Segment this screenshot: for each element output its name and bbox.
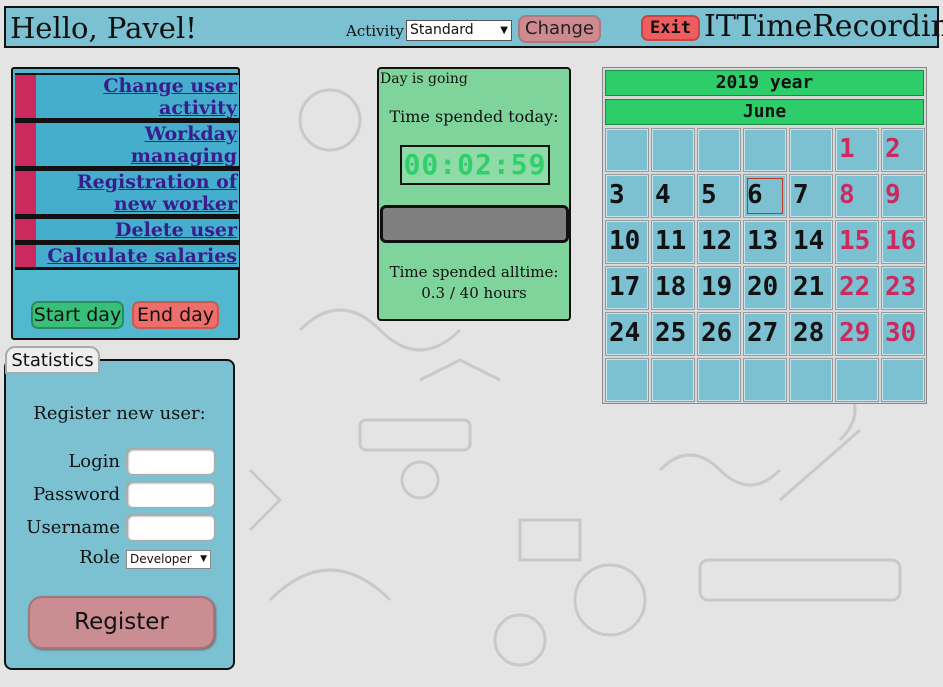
register-user-panel: Register new user: Login Password Userna…	[4, 359, 235, 670]
menu-item-label[interactable]: Change user activity	[103, 75, 237, 119]
calendar-day[interactable]: 29	[835, 312, 879, 356]
menu-item-accent	[15, 123, 36, 166]
menu-item-calculate-salaries[interactable]: Calculate salaries	[15, 243, 239, 270]
calendar-empty-cell	[697, 358, 741, 402]
calendar-day[interactable]: 7	[789, 174, 833, 218]
calendar-day[interactable]: 17	[605, 266, 649, 310]
calendar-day[interactable]: 21	[789, 266, 833, 310]
calendar-empty-cell	[743, 128, 787, 172]
time-alltime-label: Time spended alltime:	[389, 263, 559, 281]
role-select[interactable]: Developer ▼	[126, 550, 211, 569]
calendar-year: 2019 year	[605, 70, 924, 96]
start-day-button[interactable]: Start day	[31, 301, 124, 329]
menu-item-accent	[15, 75, 36, 118]
calendar-day[interactable]: 28	[789, 312, 833, 356]
menu-item-workday-managing[interactable]: Workday managing	[15, 121, 239, 169]
exit-button[interactable]: Exit	[641, 15, 700, 41]
menu-item-label[interactable]: Delete user	[115, 219, 237, 241]
calendar-day[interactable]: 2	[881, 128, 925, 172]
calendar-day[interactable]: 12	[697, 220, 741, 264]
calendar-day[interactable]: 30	[881, 312, 925, 356]
calendar-empty-cell	[789, 128, 833, 172]
role-label: Role	[79, 547, 120, 568]
menu-item-label[interactable]: Registration of new worker	[77, 171, 237, 215]
calendar-empty-cell	[651, 358, 695, 402]
calendar-empty-cell	[651, 128, 695, 172]
top-header: Hello, Pavel! Activity Standard ▼ Change…	[4, 6, 943, 48]
calendar-empty-cell	[605, 358, 649, 402]
menu-item-registration[interactable]: Registration of new worker	[15, 169, 239, 217]
dropdown-arrow-icon: ▼	[200, 554, 207, 564]
menu-item-label[interactable]: Workday managing	[131, 123, 237, 167]
calendar-day[interactable]: 18	[651, 266, 695, 310]
calendar-day[interactable]: 4	[651, 174, 695, 218]
calendar-empty-cell	[881, 358, 925, 402]
calendar-day[interactable]: 23	[881, 266, 925, 310]
register-button[interactable]: Register	[28, 596, 215, 649]
tab-statistics[interactable]: Statistics	[5, 346, 100, 374]
calendar-day[interactable]: 5	[697, 174, 741, 218]
calendar-empty-cell	[835, 358, 879, 402]
calendar-day[interactable]: 1	[835, 128, 879, 172]
calendar-empty-cell	[697, 128, 741, 172]
greeting-text: Hello, Pavel!	[10, 11, 197, 45]
menu-item-delete-user[interactable]: Delete user	[15, 217, 239, 243]
username-field[interactable]	[126, 514, 215, 541]
calendar-day[interactable]: 16	[881, 220, 925, 264]
calendar-day[interactable]: 26	[697, 312, 741, 356]
calendar-empty-cell	[743, 358, 787, 402]
password-field[interactable]	[126, 481, 215, 508]
calendar-day[interactable]: 25	[651, 312, 695, 356]
actions-menu: Change user activity Workday managing Regi…	[11, 67, 240, 340]
calendar-month: June	[605, 99, 924, 125]
calendar-day[interactable]: 3	[605, 174, 649, 218]
calendar-day[interactable]: 9	[881, 174, 925, 218]
calendar-day[interactable]: 20	[743, 266, 787, 310]
activity-label: Activity	[346, 22, 404, 40]
calendar-day[interactable]: 19	[697, 266, 741, 310]
calendar-day[interactable]: 27	[743, 312, 787, 356]
time-today-timer: 00:02:59	[400, 145, 550, 185]
role-select-value: Developer	[130, 552, 192, 566]
workday-status-panel: Day is going Time spended today: 00:02:5…	[377, 67, 571, 321]
change-activity-button[interactable]: Change	[518, 15, 601, 43]
calendar-day[interactable]: 8	[835, 174, 879, 218]
register-title: Register new user:	[33, 403, 206, 424]
calendar-day[interactable]: 22	[835, 266, 879, 310]
calendar-empty-cell	[605, 128, 649, 172]
calendar-day[interactable]: 14	[789, 220, 833, 264]
menu-item-label[interactable]: Calculate salaries	[47, 245, 237, 267]
menu-item-accent	[15, 171, 36, 214]
activity-select-value: Standard	[410, 22, 474, 38]
day-progress-bar	[380, 205, 569, 243]
username-label: Username	[26, 517, 120, 538]
login-label: Login	[68, 451, 120, 472]
time-alltime-value: 0.3 / 40 hours	[421, 284, 527, 302]
menu-item-accent	[15, 219, 36, 240]
app-title: ITTimeRecording	[704, 9, 943, 44]
calendar-day[interactable]: 10	[605, 220, 649, 264]
password-label: Password	[33, 484, 120, 505]
time-today-label: Time spended today:	[389, 107, 559, 126]
activity-select[interactable]: Standard ▼	[406, 20, 512, 41]
calendar-day[interactable]: 13	[743, 220, 787, 264]
calendar-day[interactable]: 15	[835, 220, 879, 264]
calendar: 2019 year June 1 2 3 4 5 6 7 8 9 10 11 12 13 14 15 16 17…	[602, 67, 927, 404]
calendar-day[interactable]: 6	[743, 174, 787, 218]
end-day-button[interactable]: End day	[132, 301, 219, 329]
menu-item-change-user-activity[interactable]: Change user activity	[15, 73, 239, 121]
menu-item-accent	[15, 245, 36, 267]
login-field[interactable]	[126, 448, 215, 475]
calendar-day[interactable]: 24	[605, 312, 649, 356]
calendar-day[interactable]: 11	[651, 220, 695, 264]
dropdown-arrow-icon: ▼	[500, 25, 508, 36]
calendar-empty-cell	[789, 358, 833, 402]
day-status-text: Day is going	[380, 71, 468, 87]
